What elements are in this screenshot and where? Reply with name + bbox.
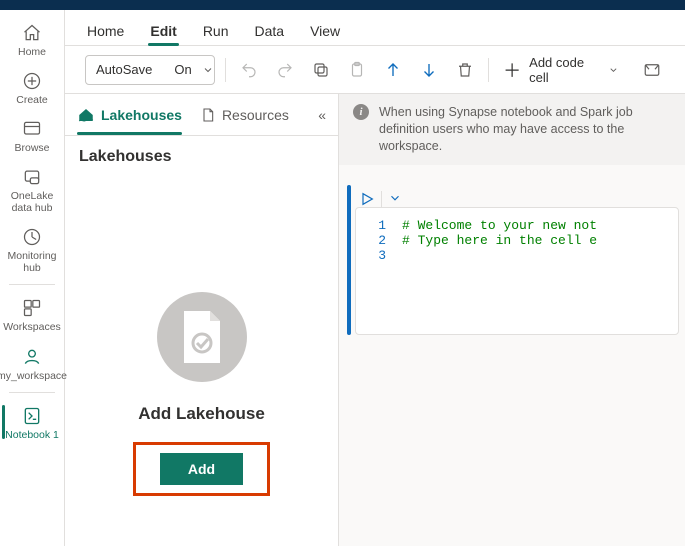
nav-label: Workspaces xyxy=(3,321,61,333)
nav-label: my_workspace xyxy=(0,370,67,382)
chevron-down-icon xyxy=(202,64,214,76)
paste-button[interactable] xyxy=(344,56,370,84)
tab-edit[interactable]: Edit xyxy=(148,17,178,45)
nav-my-workspace[interactable]: my_workspace xyxy=(2,340,62,386)
nav-onelake[interactable]: OneLake data hub xyxy=(2,160,62,218)
add-button-highlight: Add xyxy=(133,442,270,496)
nav-label: Create xyxy=(16,94,48,106)
database-icon xyxy=(21,166,43,188)
move-up-button[interactable] xyxy=(380,56,406,84)
editor-area: i When using Synapse notebook and Spark … xyxy=(339,94,685,546)
document-icon xyxy=(200,107,216,123)
ribbon-tabs: Home Edit Run Data View xyxy=(65,10,685,46)
side-tab-resources[interactable]: Resources xyxy=(200,107,289,133)
nav-label: Browse xyxy=(14,142,49,154)
side-tab-label: Lakehouses xyxy=(101,107,182,123)
move-down-button[interactable] xyxy=(416,56,442,84)
side-panel: Lakehouses Resources « Lakehouses Add La… xyxy=(65,94,339,546)
plus-circle-icon xyxy=(21,70,43,92)
workspaces-icon xyxy=(21,297,43,319)
code-cell[interactable]: 1 # Welcome to your new not 2 # Type here … xyxy=(347,185,679,335)
nav-label: OneLake data hub xyxy=(2,190,62,214)
line-number: 1 xyxy=(368,218,386,233)
banner-text: When using Synapse notebook and Spark jo… xyxy=(379,104,671,155)
tab-view[interactable]: View xyxy=(308,17,342,45)
chevron-down-icon xyxy=(608,64,619,76)
redo-button[interactable] xyxy=(272,56,298,84)
left-nav: Home Create Browse OneLake data hub Moni… xyxy=(0,10,65,546)
cell-active-marker xyxy=(347,185,351,335)
nav-label: Home xyxy=(18,46,46,58)
workspace-icon xyxy=(21,346,43,368)
autosave-dropdown[interactable]: AutoSave On xyxy=(85,55,215,85)
empty-state-icon xyxy=(157,292,247,382)
nav-label: Notebook 1 xyxy=(5,429,59,441)
toolbar: AutoSave On ＋ Add code cell xyxy=(65,46,685,94)
cell-options-button[interactable] xyxy=(388,191,402,205)
code-line: # Type here in the cell e xyxy=(402,233,597,248)
empty-state-title: Add Lakehouse xyxy=(138,404,265,424)
autosave-value: On xyxy=(174,62,191,77)
nav-browse[interactable]: Browse xyxy=(2,112,62,158)
line-number: 2 xyxy=(368,233,386,248)
autosave-label: AutoSave xyxy=(86,62,162,77)
side-panel-header: Lakehouses xyxy=(65,136,338,172)
monitor-icon xyxy=(21,226,43,248)
tab-home[interactable]: Home xyxy=(85,17,126,45)
nav-workspaces[interactable]: Workspaces xyxy=(2,291,62,337)
line-number: 3 xyxy=(368,248,386,263)
run-cell-button[interactable] xyxy=(359,191,375,207)
nav-label: Monitoring hub xyxy=(2,250,62,274)
more-options-button[interactable] xyxy=(639,56,665,84)
info-banner: i When using Synapse notebook and Spark … xyxy=(339,94,685,165)
delete-button[interactable] xyxy=(452,56,478,84)
browse-icon xyxy=(21,118,43,140)
nav-create[interactable]: Create xyxy=(2,64,62,110)
nav-notebook[interactable]: Notebook 1 xyxy=(2,399,62,445)
tab-data[interactable]: Data xyxy=(253,17,287,45)
tab-run[interactable]: Run xyxy=(201,17,231,45)
home-icon xyxy=(21,22,43,44)
code-editor[interactable]: 1 # Welcome to your new not 2 # Type here … xyxy=(355,207,679,335)
side-tab-lakehouses[interactable]: Lakehouses xyxy=(77,106,182,134)
side-tab-label: Resources xyxy=(222,107,289,123)
add-code-cell-label: Add code cell xyxy=(529,55,600,85)
code-line: # Welcome to your new not xyxy=(402,218,597,233)
copy-button[interactable] xyxy=(308,56,334,84)
collapse-panel-button[interactable]: « xyxy=(318,107,326,133)
plus-icon: ＋ xyxy=(503,57,521,83)
nav-monitoring[interactable]: Monitoring hub xyxy=(2,220,62,278)
lakehouse-icon xyxy=(77,106,95,124)
add-code-cell-button[interactable]: ＋ Add code cell xyxy=(499,55,625,85)
undo-button[interactable] xyxy=(235,56,261,84)
notebook-icon xyxy=(21,405,43,427)
nav-home[interactable]: Home xyxy=(2,16,62,62)
info-icon: i xyxy=(353,104,369,120)
add-lakehouse-button[interactable]: Add xyxy=(160,453,243,485)
